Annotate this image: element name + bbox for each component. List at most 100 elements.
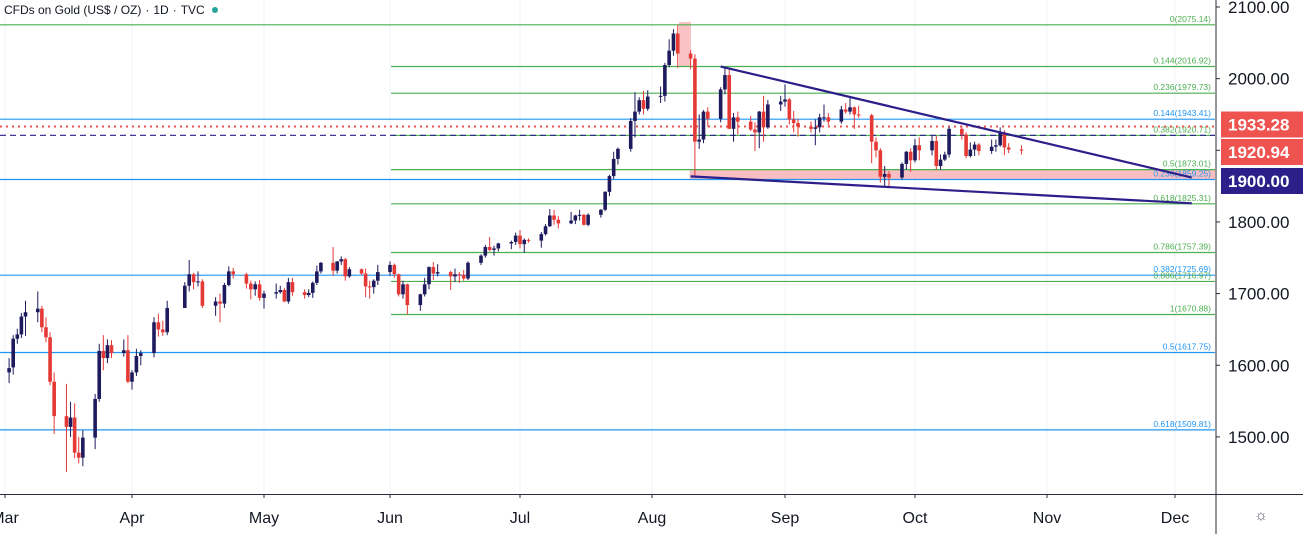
candle-body [274, 292, 278, 294]
candle-body [165, 307, 169, 333]
candle-body [343, 259, 348, 277]
candle-body [934, 140, 939, 167]
candle-body [183, 285, 187, 308]
candle-body [826, 117, 831, 122]
source-label: TVC [180, 3, 205, 17]
candle-body [227, 271, 231, 286]
fib-level-label: 0.5(1617.75) [1163, 342, 1211, 352]
candle-body [731, 117, 736, 129]
candle-body [363, 273, 368, 287]
candle-body [569, 220, 573, 224]
candle-body [998, 132, 1002, 146]
candle-body [543, 226, 548, 235]
candle-body [222, 285, 227, 304]
candle-body [603, 191, 607, 210]
y-tick-label: 2100.00 [1228, 0, 1289, 17]
candle-body [513, 235, 518, 243]
candle-body [290, 282, 295, 293]
symbol-title[interactable]: CFDs on Gold (US$ / OZ) [4, 3, 141, 17]
candle-body [109, 345, 114, 354]
candle-body [766, 104, 770, 128]
candle-body [930, 140, 934, 151]
candle-body [371, 280, 376, 288]
candle-body [448, 272, 453, 277]
candle-body [487, 247, 492, 250]
candle-body [947, 128, 951, 155]
candle-body [35, 308, 40, 313]
candle-body [705, 111, 710, 119]
candle-body [492, 248, 496, 250]
candle-body [822, 117, 826, 119]
candle-body [359, 269, 364, 274]
candle-body [718, 89, 723, 119]
candle-body [556, 219, 561, 224]
support-zone-layer [679, 22, 1215, 180]
candle-body [539, 234, 544, 241]
candle-body [968, 149, 973, 157]
x-tick-label: Apr [120, 510, 146, 527]
candle-body [44, 327, 48, 338]
candle-body [93, 398, 97, 438]
chart-legend: CFDs on Gold (US$ / OZ) · 1D · TVC [4, 3, 218, 17]
candle-body [778, 101, 783, 105]
interval-label[interactable]: 1D [153, 3, 168, 17]
fibonacci-levels: 0(2075.14) 0.144(2016.92) 0.236(1979.73) 0.… [0, 14, 1215, 431]
candle-body [796, 123, 800, 127]
candle-body [753, 129, 757, 133]
candle-body [586, 214, 590, 225]
y-tick-label: 1500.00 [1228, 428, 1289, 447]
candle-body [757, 111, 762, 133]
candle-body [723, 75, 727, 90]
candle-body [367, 286, 372, 288]
candle-body [196, 281, 200, 283]
candle-body [282, 290, 287, 302]
candle-body [913, 145, 917, 161]
candle-body [315, 271, 319, 283]
candle-body [479, 255, 483, 263]
price-tag-label: 1920.94 [1228, 143, 1290, 162]
candle-body [701, 111, 706, 140]
candle-body [231, 271, 235, 275]
candle-body [813, 127, 818, 129]
fib-level-label: 1(1670.88) [1170, 303, 1211, 313]
candle-body [599, 209, 603, 215]
x-tick-label: Nov [1033, 510, 1061, 527]
candle-body [339, 259, 344, 262]
candle-body [917, 145, 922, 151]
price-chart[interactable]: 0(2075.14) 0.144(2016.92) 0.236(1979.73) 0.… [0, 0, 1303, 534]
candle-body [218, 301, 222, 304]
candle-body [509, 242, 514, 244]
candle-body [457, 274, 462, 276]
fib-level-label: 0.786(1757.39) [1153, 241, 1211, 251]
candle-body [405, 284, 410, 306]
candle-body [693, 58, 697, 142]
peak-highlight [679, 22, 691, 66]
y-tick-label: 1800.00 [1228, 213, 1289, 232]
candle-body [887, 173, 891, 178]
candle-body [306, 292, 311, 296]
candle-body [526, 239, 531, 241]
candle-body [396, 274, 401, 295]
candle-body [376, 272, 380, 281]
candle-body [319, 262, 323, 272]
candle-body [134, 355, 139, 373]
candle-body [418, 294, 423, 306]
candle-body [200, 281, 205, 306]
fib-level-label: 0(2075.14) [1170, 14, 1211, 24]
candle-body [40, 308, 44, 328]
candle-body [878, 150, 883, 177]
gear-icon[interactable]: ☼ [1252, 507, 1270, 525]
candle-body [161, 329, 165, 333]
market-status-dot [211, 7, 218, 13]
candle-body [213, 301, 218, 306]
candle-body [249, 283, 253, 290]
candle-body [253, 284, 257, 290]
candle-body [518, 235, 522, 245]
candle-body [257, 284, 262, 298]
candle-body [645, 96, 650, 109]
horizontal-lines [0, 125, 1215, 136]
candle-body [671, 33, 676, 51]
candle-body [427, 267, 431, 285]
candle-body [964, 134, 968, 157]
candle-body [422, 284, 427, 295]
